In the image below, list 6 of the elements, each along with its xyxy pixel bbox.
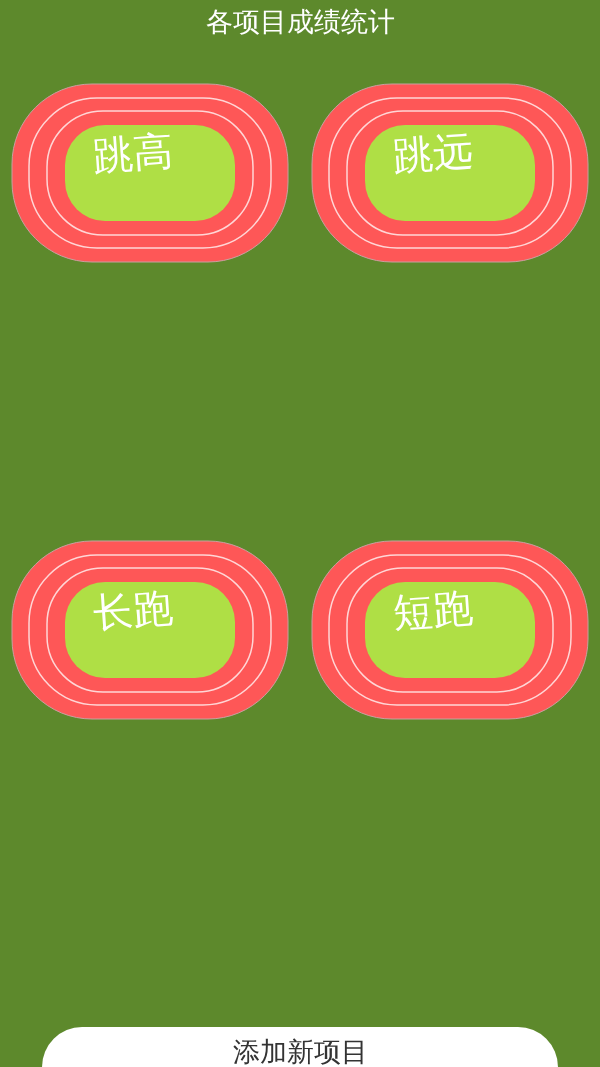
- add-event-button[interactable]: 添加新项目: [42, 1027, 558, 1067]
- event-track-button[interactable]: 短跑: [311, 540, 589, 720]
- event-track-button[interactable]: 长跑: [11, 540, 289, 720]
- page-title: 各项目成绩统计: [205, 5, 395, 39]
- event-track-button[interactable]: 跳高: [11, 83, 289, 263]
- event-track-button[interactable]: 跳远: [311, 83, 589, 263]
